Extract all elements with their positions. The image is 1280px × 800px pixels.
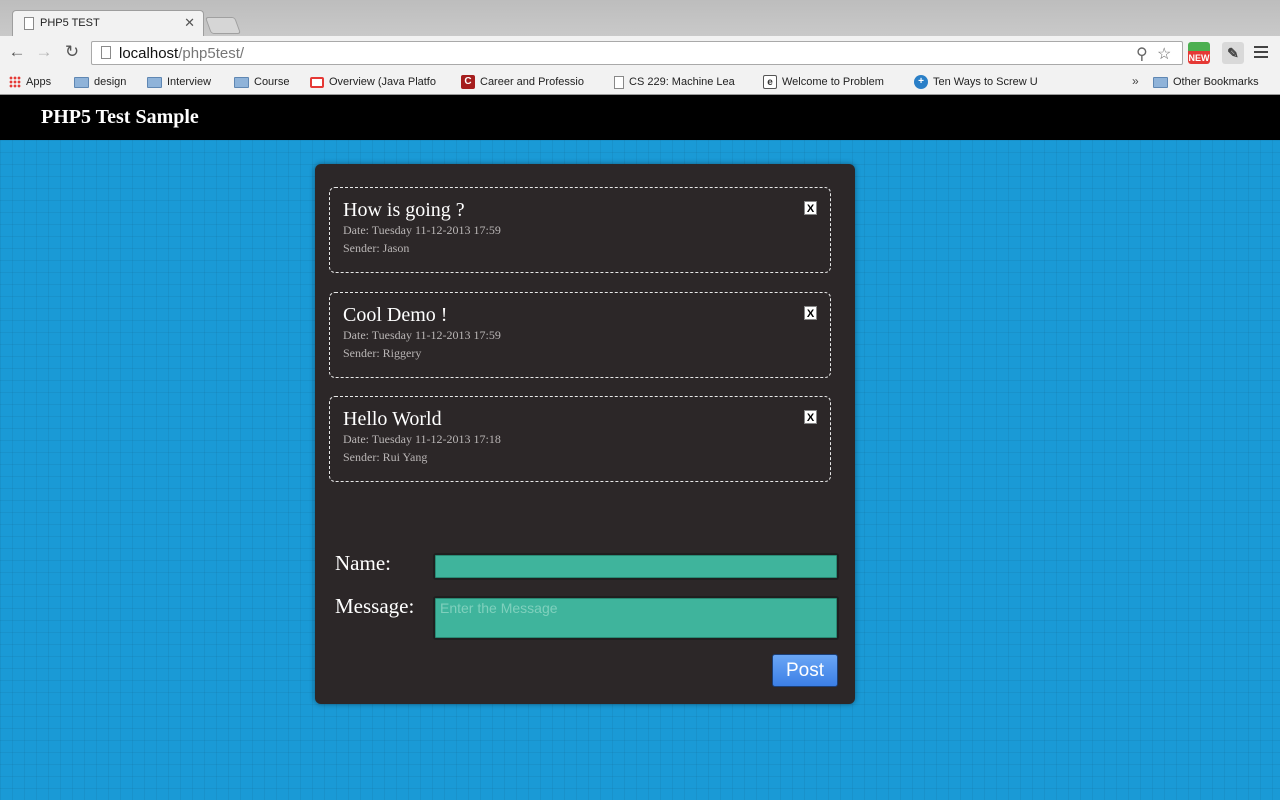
star-icon[interactable]: ☆ [1157,44,1171,64]
page-icon [101,46,111,59]
name-input[interactable] [435,555,837,578]
message-sender: Sender: Rui Yang [343,450,428,464]
url-text: localhost/php5test/ [119,45,245,62]
extension-new-icon[interactable]: NEW [1188,42,1210,64]
name-label: Name: [335,551,391,575]
site-title: PHP5 Test Sample [41,106,199,128]
message-card: Cool Demo ! Date: Tuesday 11-12-2013 17:… [329,292,831,378]
address-bar[interactable]: localhost/php5test/ ⚲ ☆ [91,41,1183,65]
forward-icon[interactable]: → [34,42,54,62]
message-label: Message: [335,594,415,618]
bookmark-welcome[interactable]: e Welcome to Problem [763,73,897,91]
c-icon: C [461,75,475,89]
toolbar: ← → ↻ localhost/php5test/ ⚲ ☆ NEW ✎ [0,36,1280,69]
message-textarea[interactable] [435,598,837,638]
tab-strip: PHP5 TEST ✕ [0,0,1280,36]
message-board-panel: How is going ? Date: Tuesday 11-12-2013 … [315,164,855,704]
globe-icon: + [914,75,928,89]
message-card: How is going ? Date: Tuesday 11-12-2013 … [329,187,831,273]
bookmark-java-overview[interactable]: Overview (Java Platfo [310,73,448,91]
eyedropper-icon[interactable]: ✎ [1222,42,1244,64]
folder-icon [147,76,162,88]
delete-message-button[interactable]: X [804,306,817,320]
message-date: Date: Tuesday 11-12-2013 17:59 [343,328,501,342]
page-icon [614,75,624,89]
close-icon[interactable]: ✕ [184,15,195,31]
new-tab-button[interactable] [204,17,242,34]
message-title: How is going ? [343,199,465,221]
message-sender: Sender: Riggery [343,346,422,360]
message-card: Hello World Date: Tuesday 11-12-2013 17:… [329,396,831,482]
message-field-wrapper [433,596,839,640]
folder-icon [1153,76,1168,88]
bookmark-apps[interactable]: Apps [9,73,51,91]
more-bookmarks-icon[interactable]: » [1132,74,1139,88]
bookmark-folder-course[interactable]: Course [234,73,289,91]
bookmark-ten-ways[interactable]: + Ten Ways to Screw U [914,73,1050,91]
apps-icon [9,76,21,88]
site-header: PHP5 Test Sample [0,95,1280,140]
message-date: Date: Tuesday 11-12-2013 17:18 [343,432,501,446]
document-icon [24,17,34,30]
bookmarks-bar: Apps design Interview Course Overview (J… [0,69,1280,95]
site-icon: e [763,75,777,89]
bookmark-career[interactable]: C Career and Professio [461,73,597,91]
oracle-icon [310,76,324,88]
folder-icon [74,76,89,88]
message-sender: Sender: Jason [343,241,410,255]
delete-message-button[interactable]: X [804,201,817,215]
name-field-wrapper [433,553,839,580]
delete-message-button[interactable]: X [804,410,817,424]
message-title: Hello World [343,408,442,430]
message-date: Date: Tuesday 11-12-2013 17:59 [343,223,501,237]
tab-title: PHP5 TEST [40,17,100,29]
bookmark-folder-interview[interactable]: Interview [147,73,211,91]
post-button[interactable]: Post [772,654,838,687]
menu-icon[interactable] [1254,46,1268,58]
search-icon[interactable]: ⚲ [1136,44,1148,64]
bookmark-folder-design[interactable]: design [74,73,126,91]
bookmark-other[interactable]: Other Bookmarks [1153,73,1259,91]
bookmark-cs229[interactable]: CS 229: Machine Lea [614,73,748,91]
message-title: Cool Demo ! [343,304,448,326]
back-icon[interactable]: ← [7,42,27,62]
browser-chrome: PHP5 TEST ✕ ← → ↻ localhost/php5test/ ⚲ … [0,0,1280,95]
folder-icon [234,76,249,88]
browser-tab[interactable]: PHP5 TEST ✕ [12,10,204,36]
reload-icon[interactable]: ↻ [62,42,82,62]
